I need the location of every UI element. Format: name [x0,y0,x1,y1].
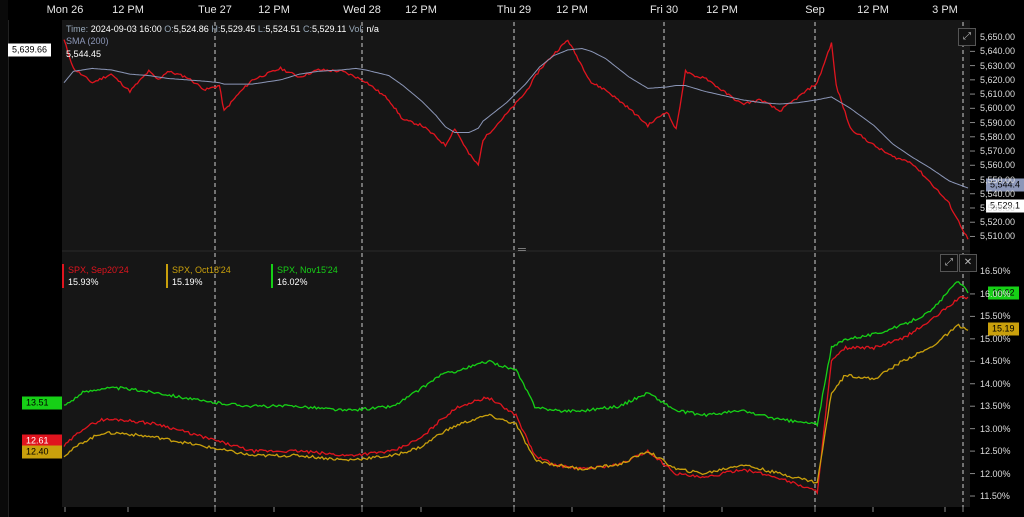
y-tick-label: 5,520.00 [980,217,1016,228]
x-tick-label: 12 PM [556,4,588,16]
x-tick-label: Thu 29 [496,4,532,16]
series-line-spx [63,39,969,240]
y-tick-label: 12.50% [980,446,1011,457]
y-tick-label: 5,510.00 [980,231,1016,242]
y-tick-label: 5,620.00 [980,74,1016,85]
x-tick-label: 12 PM [857,4,889,16]
price-and-iv-chart[interactable] [0,0,1024,517]
x-tick-label: Sep [805,4,825,16]
y-tick-label: 5,560.00 [980,160,1016,171]
ohlc-info-line: Time: 2024-09-03 16:00 O:5,524.86 H:5,52… [66,24,379,34]
y-tick-label: 13.00% [980,423,1011,434]
cursor-price-tag: 5,639.66 [8,43,52,57]
y-tick-label: 15.50% [980,311,1011,322]
x-tick-label: 3 PM [932,4,958,16]
x-tick-label: 12 PM [112,4,144,16]
y-tick-label: 5,580.00 [980,131,1016,142]
expand-icon[interactable]: ⤢ [958,28,976,46]
x-tick-label: Mon 26 [46,4,84,16]
y-tick-label: 14.50% [980,356,1011,367]
legend-item-oct: SPX, Oct18'24 15.19% [166,264,231,288]
series-line-spx-oct18-24 [63,323,969,484]
y-tick-label: 14.00% [980,378,1011,389]
oct-start-tag: 12.40 [22,445,62,459]
series-line-spx-sep20-24 [63,296,969,495]
y-tick-label: 13.50% [980,401,1011,412]
legend-value-oct: 15.19% [172,277,203,287]
series-line-spx-nov15-24 [63,281,969,428]
x-tick-label: Wed 28 [343,4,381,16]
y-tick-label: 5,600.00 [980,103,1016,114]
close-pane-icon[interactable]: ✕ [959,254,977,272]
series-line-sma-200- [63,47,969,189]
x-tick-label: Fri 30 [649,4,679,16]
legend-name-oct: SPX, Oct18'24 [172,265,231,275]
x-tick-label: 12 PM [258,4,290,16]
x-tick-label: Tue 27 [198,4,232,16]
legend-item-nov: SPX, Nov15'24 16.02% [271,264,338,288]
y-tick-label: 5,570.00 [980,146,1016,157]
legend-item-sep: SPX, Sep20'24 15.93% [62,264,129,288]
pane-resize-handle[interactable]: ═ [518,244,526,256]
y-tick-label: 5,640.00 [980,46,1016,57]
y-tick-label: 5,540.00 [980,188,1016,199]
y-tick-label: 5,650.00 [980,32,1016,43]
y-tick-label: 5,550.00 [980,174,1016,185]
x-tick-label: 12 PM [706,4,738,16]
maximize-pane-icon[interactable]: ⤢ [940,254,958,272]
x-tick-label: 12 PM [405,4,437,16]
y-tick-label: 5,590.00 [980,117,1016,128]
y-tick-label: 16.00% [980,288,1011,299]
legend-name-nov: SPX, Nov15'24 [277,265,338,275]
y-tick-label: 5,630.00 [980,60,1016,71]
legend-value-sep: 15.93% [68,277,99,287]
legend-name-sep: SPX, Sep20'24 [68,265,129,275]
y-tick-label: 12.00% [980,468,1011,479]
nov-start-tag: 13.51 [22,396,62,410]
y-tick-label: 5,530.00 [980,202,1016,213]
y-tick-label: 5,610.00 [980,89,1016,100]
y-tick-label: 16.50% [980,266,1011,277]
y-tick-label: 11.50% [980,491,1010,502]
legend-value-nov: 16.02% [277,277,308,287]
sma-value: 5,544.45 [66,49,102,59]
y-tick-label: 15.00% [980,333,1011,344]
sma-label: SMA (200) [66,36,109,46]
